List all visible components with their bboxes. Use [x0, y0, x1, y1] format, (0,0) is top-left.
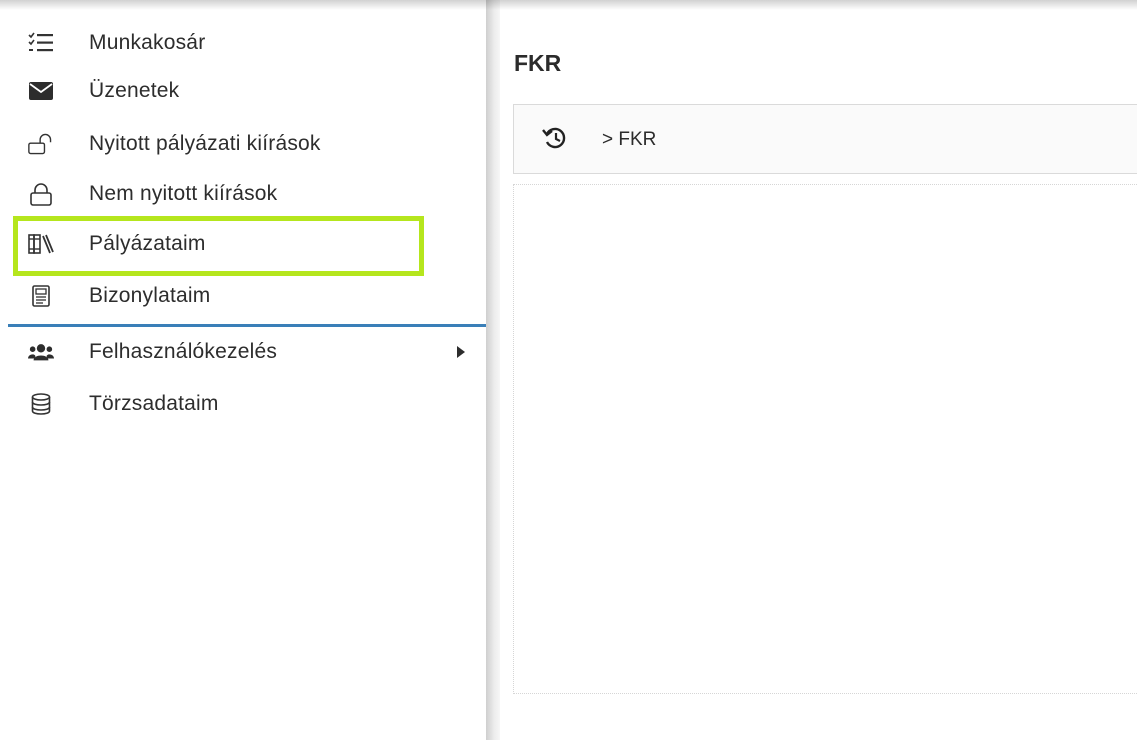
- checklist-icon: [28, 30, 54, 56]
- sidebar-item-label: Üzenetek: [89, 79, 180, 102]
- sidebar-item-torzsadataim[interactable]: Törzsadataim: [0, 380, 486, 428]
- database-icon: [28, 391, 54, 417]
- sidebar-item-label: Felhasználókezelés: [89, 340, 278, 363]
- sidebar-item-uzenetek[interactable]: Üzenetek: [0, 67, 486, 115]
- users-icon: [28, 339, 54, 365]
- caret-right-icon: [457, 346, 465, 358]
- highlight-frame: [13, 216, 424, 276]
- sidebar-item-felhasznalokezeles[interactable]: Felhasználókezelés: [0, 328, 486, 376]
- sidebar-item-label: Törzsadataim: [89, 392, 219, 415]
- sidebar: Munkakosár Üzenetek Nyitott pályázati ki…: [0, 0, 486, 740]
- sidebar-item-munkakosar[interactable]: Munkakosár: [0, 19, 486, 67]
- sidebar-item-bizonylataim[interactable]: Bizonylataim: [0, 272, 486, 320]
- history-icon[interactable]: [542, 125, 568, 151]
- sidebar-item-label: Bizonylataim: [89, 284, 211, 307]
- sidebar-item-nyitott-kiirasok[interactable]: Nyitott pályázati kiírások: [0, 120, 486, 168]
- document-icon: [28, 283, 54, 309]
- top-shadow: [0, 0, 1137, 10]
- sidebar-item-nem-nyitott-kiirasok[interactable]: Nem nyitott kiírások: [0, 170, 486, 218]
- breadcrumb: > FKR: [513, 104, 1137, 174]
- sidebar-item-label: Nyitott pályázati kiírások: [89, 132, 321, 155]
- lock-icon: [28, 181, 54, 207]
- breadcrumb-item[interactable]: > FKR: [602, 129, 656, 151]
- sidebar-item-label: Nem nyitott kiírások: [89, 182, 278, 205]
- sidebar-separator: [8, 324, 486, 327]
- sidebar-item-label: Munkakosár: [89, 31, 206, 54]
- unlock-icon: [28, 131, 54, 157]
- envelope-icon: [28, 78, 54, 104]
- content-panel: [513, 184, 1137, 694]
- sidebar-divider: [486, 0, 500, 740]
- page-title: FKR: [514, 50, 562, 76]
